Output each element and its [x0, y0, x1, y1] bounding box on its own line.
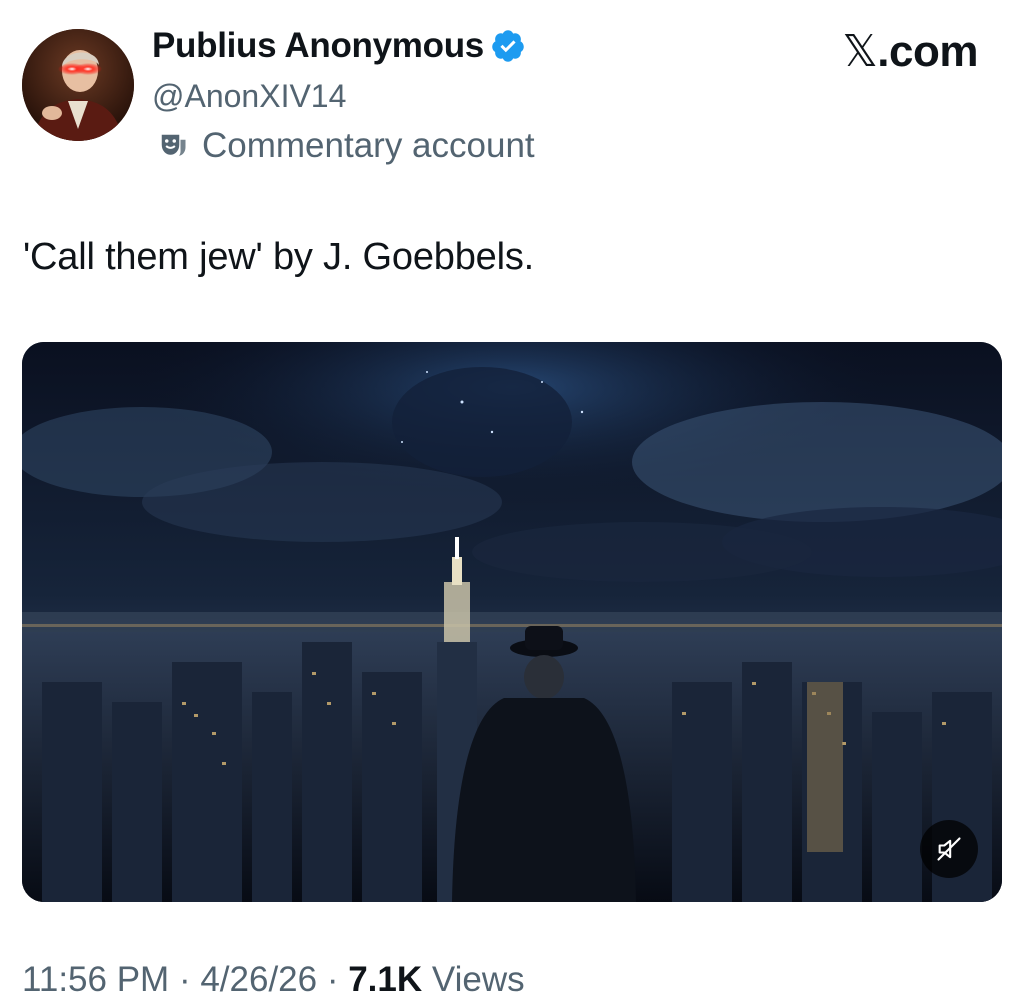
- speaker-muted-icon: [937, 837, 961, 861]
- author-handle[interactable]: @AnonXIV14: [152, 78, 346, 115]
- meta-separator: ·: [317, 960, 349, 999]
- x-logo-domain: .com: [877, 27, 978, 76]
- views-count[interactable]: 7.1K: [348, 960, 422, 999]
- author-display-name[interactable]: Publius Anonymous: [152, 26, 526, 66]
- tweet-meta: 11:56 PM · 4/26/26 · 7.1K Views: [22, 960, 525, 1000]
- author-avatar[interactable]: [22, 29, 134, 141]
- display-name-text: Publius Anonymous: [152, 26, 484, 65]
- account-label-text: Commentary account: [202, 126, 535, 165]
- video-frame-image: [22, 342, 1002, 902]
- verified-badge-icon[interactable]: [490, 28, 526, 64]
- account-label: Commentary account: [158, 126, 535, 166]
- avatar-image: [22, 29, 134, 141]
- views-label: Views: [422, 960, 525, 999]
- tweet-time[interactable]: 11:56 PM: [22, 960, 169, 999]
- mute-toggle-button[interactable]: [920, 820, 978, 878]
- tweet-text: 'Call them jew' by J. Goebbels.: [23, 236, 534, 278]
- tweet-date[interactable]: 4/26/26: [200, 960, 317, 999]
- x-logo-icon: 𝕏: [842, 26, 878, 77]
- x-com-logo: 𝕏.com: [842, 26, 978, 77]
- theater-masks-icon: [161, 134, 186, 156]
- tweet-video[interactable]: [22, 342, 1002, 902]
- meta-separator: ·: [169, 960, 201, 999]
